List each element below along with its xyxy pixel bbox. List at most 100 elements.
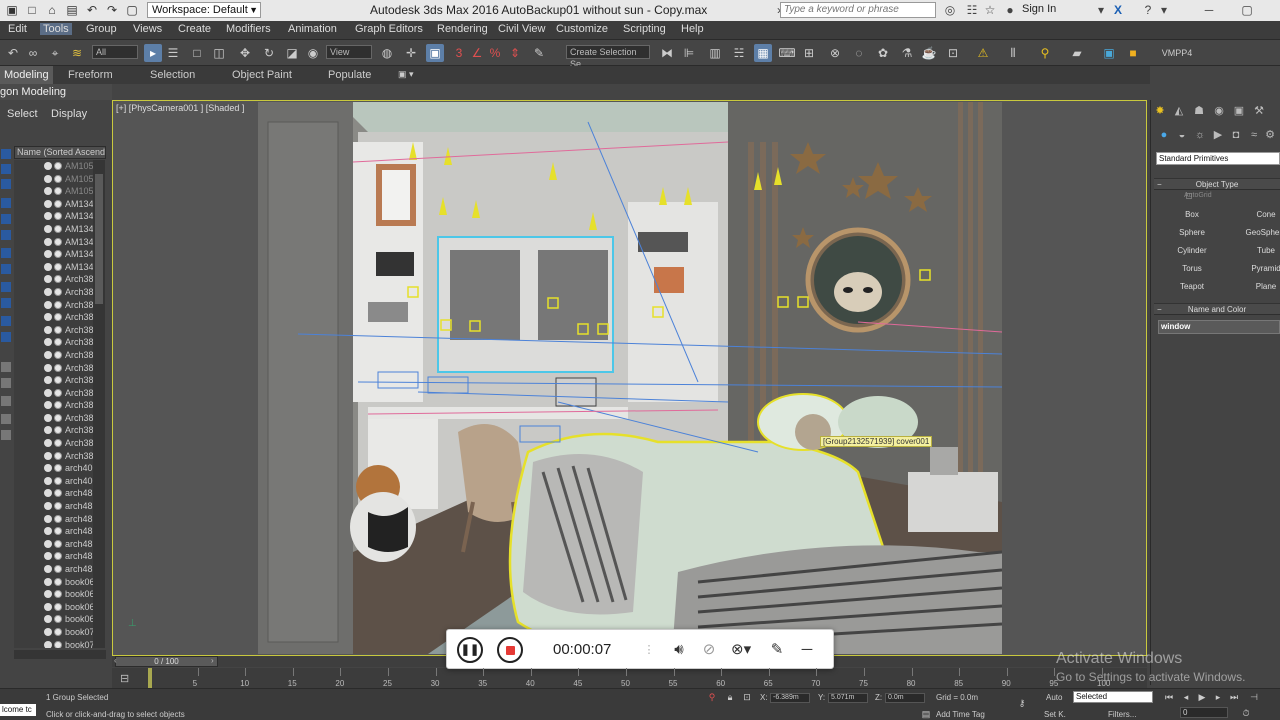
snaps-toggle-icon[interactable]: 3	[450, 44, 468, 62]
visibility-bulb-icon[interactable]	[54, 376, 62, 385]
display-xrefs-icon[interactable]	[1, 264, 11, 274]
visibility-bulb-icon[interactable]	[54, 464, 62, 473]
list-item[interactable]: AM105	[14, 185, 94, 198]
tab-populate[interactable]: Populate	[328, 69, 371, 81]
project-folder-icon[interactable]: ▢	[124, 2, 140, 18]
visibility-bulb-icon[interactable]	[54, 338, 62, 347]
space-warps-icon[interactable]: ≈	[1247, 128, 1261, 142]
layers-icon[interactable]: ☵	[730, 44, 748, 62]
list-item[interactable]: arch40	[14, 475, 94, 488]
expand-dot-icon[interactable]	[44, 250, 52, 259]
systems-icon[interactable]: ⚙	[1263, 128, 1277, 142]
list-item[interactable]: Arch38	[14, 362, 94, 375]
menu-rendering[interactable]: Rendering	[437, 23, 488, 35]
visibility-bulb-icon[interactable]	[54, 615, 62, 624]
list-item[interactable]: AM134	[14, 223, 94, 236]
explorer-tab-display[interactable]: Display	[51, 108, 87, 120]
list-item[interactable]: AM134	[14, 236, 94, 249]
scene-explorer-icon[interactable]: ▦	[754, 44, 772, 62]
pivot-center-icon[interactable]: ◍	[378, 44, 396, 62]
edit-named-selection-icon[interactable]: ✎	[530, 44, 548, 62]
expand-dot-icon[interactable]	[44, 325, 52, 334]
window-crossing-icon[interactable]: ◫	[210, 44, 228, 62]
visibility-bulb-icon[interactable]	[54, 224, 62, 233]
utilities-tab-icon[interactable]: ⚒	[1252, 104, 1266, 118]
chevron-down-icon[interactable]: ▾	[1156, 2, 1172, 18]
explorer-tab-select[interactable]: Select	[7, 108, 38, 120]
key-mode-dropdown[interactable]: Selected	[1073, 691, 1153, 703]
modify-tab-icon[interactable]: ◭	[1172, 104, 1186, 118]
expand-dot-icon[interactable]	[44, 224, 52, 233]
visibility-bulb-icon[interactable]	[54, 287, 62, 296]
binoculars-icon[interactable]: ◎	[942, 2, 958, 18]
expand-dot-icon[interactable]	[44, 615, 52, 624]
visibility-bulb-icon[interactable]	[54, 489, 62, 498]
scrollbar-thumb[interactable]	[95, 174, 103, 304]
visibility-bulb-icon[interactable]	[54, 350, 62, 359]
list-item[interactable]: book06	[14, 576, 94, 589]
communication-icon[interactable]: ☷	[964, 2, 980, 18]
plugin-box-icon[interactable]: ■	[1124, 44, 1142, 62]
display-tab-icon[interactable]: ▣	[1232, 104, 1246, 118]
teapot-button[interactable]: Teapot	[1162, 279, 1222, 294]
current-frame-field[interactable]: 0	[1180, 707, 1228, 718]
visibility-bulb-icon[interactable]	[54, 300, 62, 309]
time-marker[interactable]	[148, 668, 152, 688]
select-manipulate-icon[interactable]: ✛	[402, 44, 420, 62]
undo-icon[interactable]: ↶	[84, 2, 100, 18]
select-by-name-icon[interactable]: ☰	[164, 44, 182, 62]
slider-left-arrow-icon[interactable]: ‹	[114, 656, 117, 665]
layer-explorer-icon[interactable]: ▥	[706, 44, 724, 62]
mini-curve-editor-icon[interactable]: ⊟	[120, 672, 129, 685]
visibility-bulb-icon[interactable]	[54, 174, 62, 183]
menu-animation[interactable]: Animation	[288, 23, 337, 35]
app-menu-icon[interactable]: ▣	[4, 2, 20, 18]
list-item[interactable]: AM134	[14, 198, 94, 211]
display-hidden-icon[interactable]	[1, 332, 11, 342]
hierarchy-tab-icon[interactable]: ☗	[1192, 104, 1206, 118]
viewport-label[interactable]: [+] [PhysCamera001 ] [Shaded ]	[116, 103, 244, 113]
time-slider-thumb[interactable]: 0 / 100	[115, 656, 218, 667]
list-item[interactable]: arch48	[14, 487, 94, 500]
save-icon[interactable]: ▤	[64, 2, 80, 18]
star-icon[interactable]: ☆	[982, 2, 998, 18]
expand-dot-icon[interactable]	[44, 590, 52, 599]
spinner-snap-icon[interactable]: ⇕	[506, 44, 524, 62]
cylinder-button[interactable]: Cylinder	[1162, 243, 1222, 258]
motion-tab-icon[interactable]: ◉	[1212, 104, 1226, 118]
minimize-icon[interactable]: ─	[1192, 0, 1226, 21]
help-icon[interactable]: ?	[1140, 2, 1156, 18]
list-item[interactable]: AM134	[14, 248, 94, 261]
z-coordinate-field[interactable]: 0.0m	[885, 693, 925, 703]
expand-dot-icon[interactable]	[44, 451, 52, 460]
geosphere-button[interactable]: GeoSphere	[1236, 225, 1280, 240]
slider-right-arrow-icon[interactable]: ›	[211, 656, 214, 665]
object-name-field[interactable]: window	[1158, 320, 1280, 334]
align-icon[interactable]: ⊫	[680, 44, 698, 62]
expand-dot-icon[interactable]	[44, 350, 52, 359]
microphone-off-icon[interactable]: ⊘	[699, 640, 719, 660]
visibility-bulb-icon[interactable]	[54, 250, 62, 259]
visibility-bulb-icon[interactable]	[54, 451, 62, 460]
expand-dot-icon[interactable]	[44, 376, 52, 385]
sun-icon[interactable]: ✸	[1153, 104, 1167, 118]
material-editor-icon[interactable]: ◌	[850, 44, 868, 62]
expand-dot-icon[interactable]	[44, 413, 52, 422]
isolate-icon[interactable]: ⚲	[706, 691, 718, 703]
time-tag-icon[interactable]: ▤	[920, 708, 932, 720]
visibility-bulb-icon[interactable]	[54, 162, 62, 170]
display-helpers-icon[interactable]	[1, 214, 11, 224]
expand-dot-icon[interactable]	[44, 401, 52, 410]
list-item[interactable]: book06	[14, 601, 94, 614]
expand-dot-icon[interactable]	[44, 287, 52, 296]
reference-coordinate-dropdown[interactable]: View	[326, 45, 372, 59]
lock-icon[interactable]: 🔒︎	[724, 691, 736, 703]
visibility-bulb-icon[interactable]	[54, 627, 62, 636]
rectangular-selection-icon[interactable]: □	[188, 44, 206, 62]
keyboard-shortcut-override-icon[interactable]: ▣	[426, 44, 444, 62]
curve-editor-icon[interactable]: ⊞	[800, 44, 818, 62]
visibility-bulb-icon[interactable]	[54, 439, 62, 448]
tab-object-paint[interactable]: Object Paint	[232, 69, 292, 81]
x-coordinate-field[interactable]: -6.389m	[770, 693, 810, 703]
list-item[interactable]: Arch38	[14, 374, 94, 387]
